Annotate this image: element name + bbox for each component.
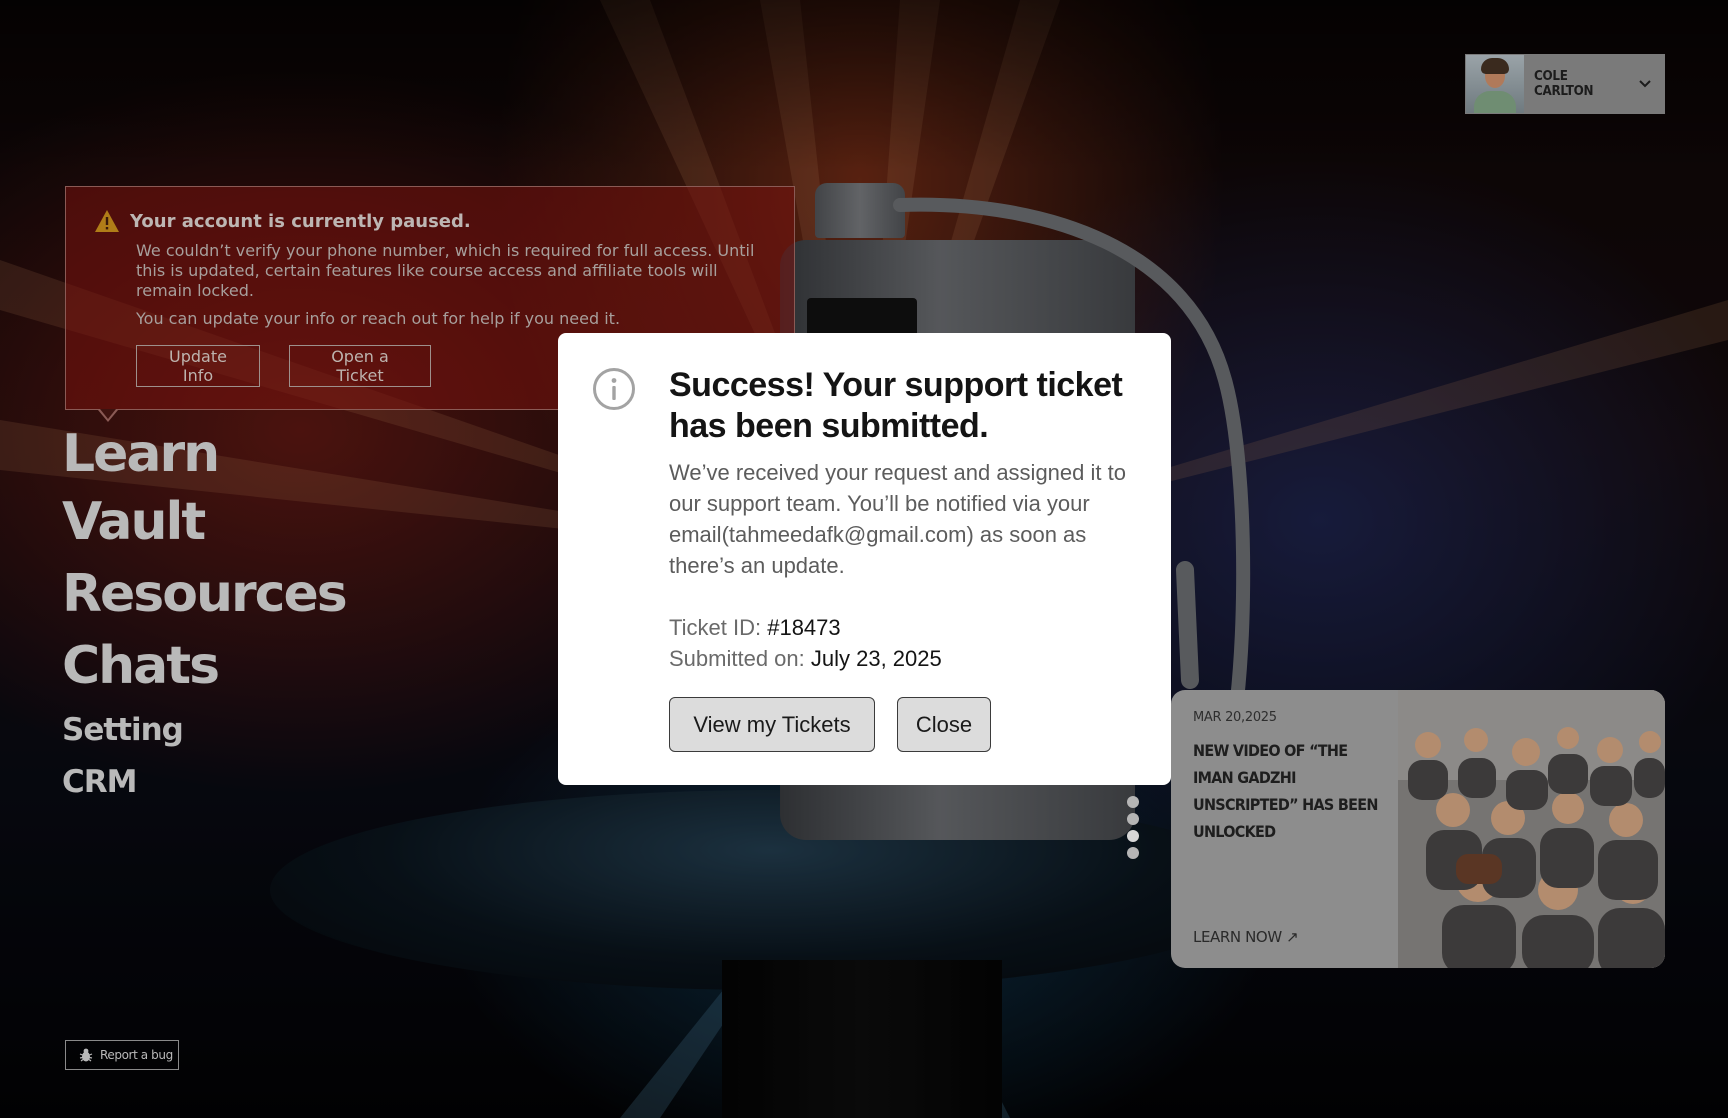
nav-item-vault[interactable]: Vault: [62, 492, 206, 552]
news-title: NEW VIDEO OF “THE IMAN GADZHI UNSCRIPTED…: [1193, 741, 1378, 841]
ticket-id-value: #18473: [767, 615, 841, 640]
chevron-down-icon: [1639, 77, 1651, 91]
open-ticket-button[interactable]: Open a Ticket: [289, 345, 431, 387]
modal-title: Success! Your support ticket has been su…: [669, 366, 1123, 445]
update-info-button[interactable]: Update Info: [136, 345, 260, 387]
ticket-id-label: Ticket ID:: [669, 615, 762, 640]
carousel-dot[interactable]: [1127, 813, 1139, 825]
nav-item-learn[interactable]: Learn: [62, 424, 220, 484]
user-menu[interactable]: COLE CARLTON: [1465, 54, 1665, 114]
view-my-tickets-button[interactable]: View my Tickets: [669, 697, 875, 752]
modal-message: We’ve received your request and assigned…: [669, 460, 1126, 578]
submitted-on-row: Submitted on: July 23, 2025: [669, 643, 1139, 674]
submitted-on-value: July 23, 2025: [810, 646, 942, 671]
ticket-success-modal: Success! Your support ticket has been su…: [558, 333, 1171, 785]
learn-now-link[interactable]: LEARN NOW ↗: [1193, 928, 1299, 946]
alert-message: We couldn’t verify your phone number, wh…: [136, 241, 755, 300]
carousel-dot[interactable]: [1127, 847, 1139, 859]
carousel-dot-active[interactable]: [1127, 830, 1139, 842]
alert-title: Your account is currently paused.: [130, 210, 471, 232]
news-date: MAR 20,2025: [1193, 710, 1277, 725]
carousel-dots: [1127, 796, 1139, 864]
carousel-dot[interactable]: [1127, 796, 1139, 808]
close-button[interactable]: Close: [897, 697, 991, 752]
warning-icon: [95, 210, 119, 232]
nav-item-setting[interactable]: Setting: [62, 712, 184, 748]
alert-pointer-inner: [100, 409, 116, 419]
info-icon: [593, 368, 635, 410]
user-name: COLE CARLTON: [1533, 69, 1594, 99]
report-bug-label: Report a bug: [100, 1048, 173, 1062]
ticket-id-row: Ticket ID: #18473: [669, 612, 1139, 643]
news-card[interactable]: MAR 20,2025 NEW VIDEO OF “THE IMAN GADZH…: [1171, 690, 1665, 968]
nav-item-chats[interactable]: Chats: [62, 636, 220, 696]
bug-icon: [79, 1048, 93, 1062]
nav-item-resources[interactable]: Resources: [62, 564, 348, 624]
audience-photo: [1398, 690, 1665, 968]
nav-item-crm[interactable]: CRM: [62, 764, 137, 800]
submitted-on-label: Submitted on:: [669, 646, 805, 671]
report-bug-button[interactable]: Report a bug: [65, 1040, 179, 1070]
alert-help-text: You can update your info or reach out fo…: [136, 309, 621, 328]
avatar: [1466, 55, 1524, 113]
